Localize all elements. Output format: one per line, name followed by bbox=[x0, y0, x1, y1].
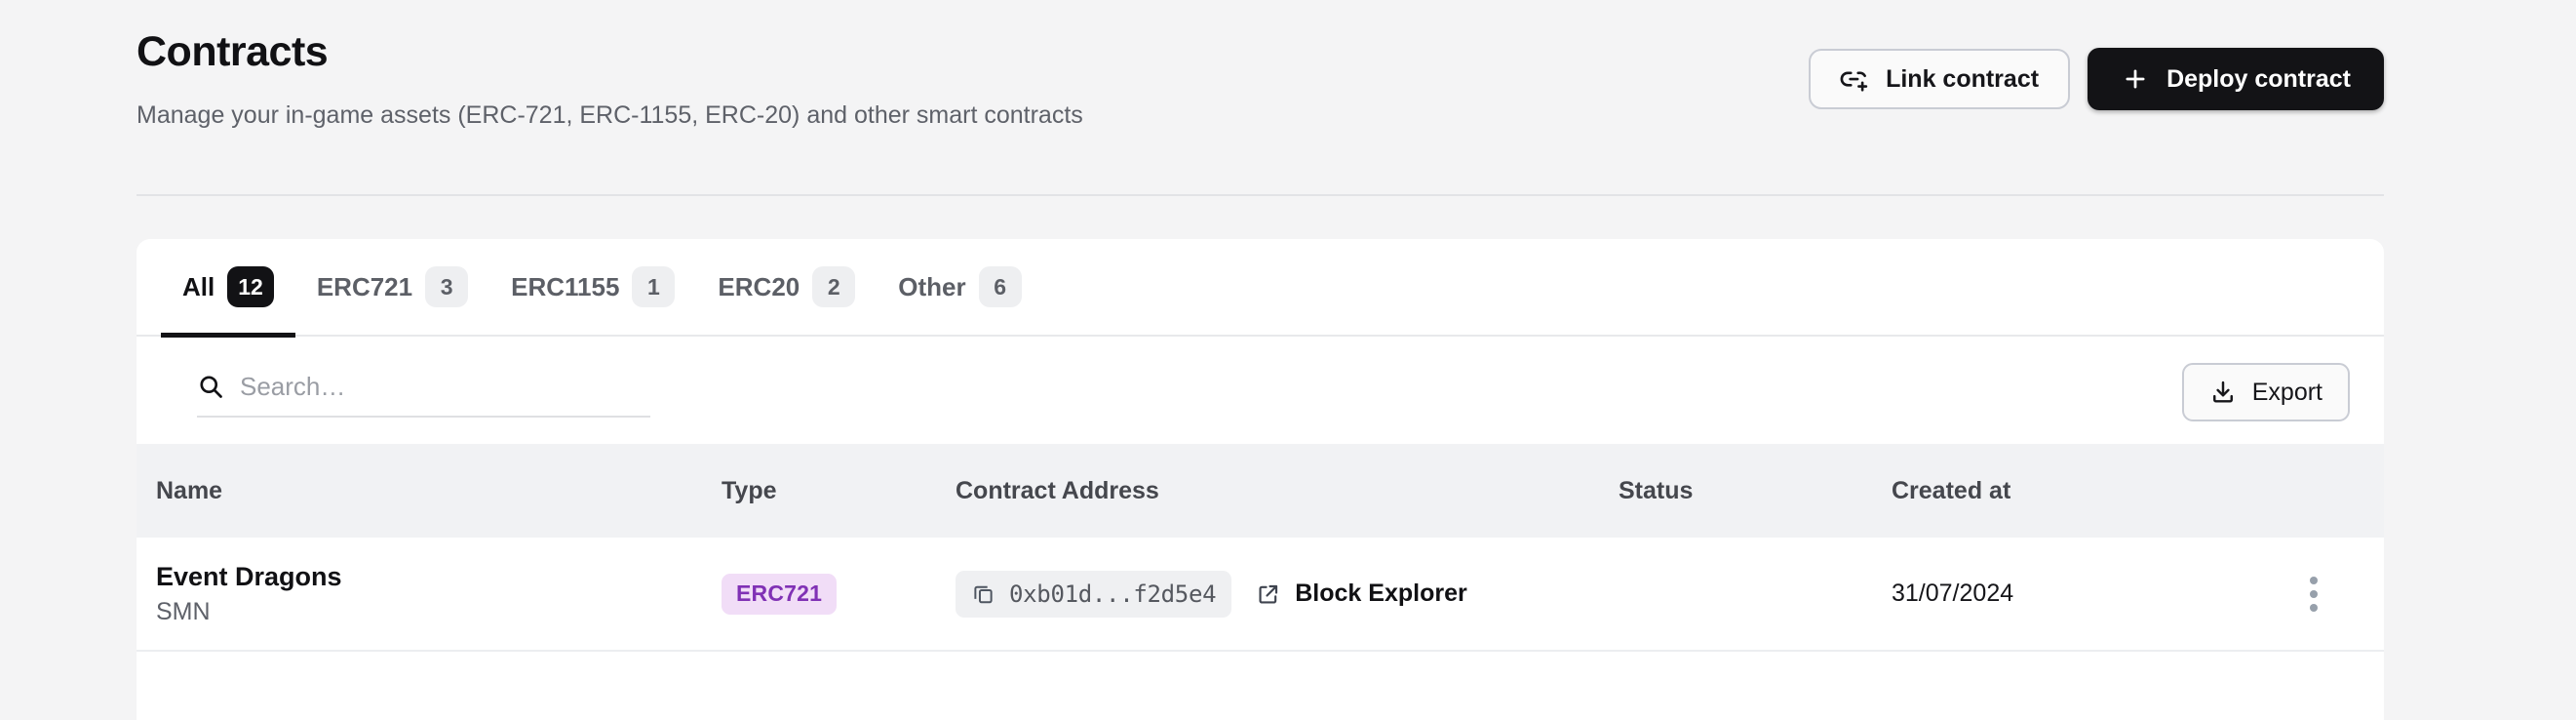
external-link-icon bbox=[1256, 581, 1281, 607]
contracts-card: All 12 ERC721 3 ERC1155 1 ERC20 2 Other … bbox=[137, 239, 2384, 720]
search-icon bbox=[197, 373, 224, 400]
cell-contract-address: 0xb01d...f2d5e4 Block Explorer bbox=[956, 570, 1619, 618]
table-toolbar: Export bbox=[137, 337, 2384, 444]
tab-all-label: All bbox=[182, 271, 215, 301]
page-header: Contracts Manage your in-game assets (ER… bbox=[137, 28, 2384, 178]
copy-address-chip[interactable]: 0xb01d...f2d5e4 bbox=[956, 570, 1232, 618]
copy-icon bbox=[971, 581, 995, 606]
table-row[interactable]: Event Dragons SMN ERC721 0xb01d...f2d5e4… bbox=[137, 538, 2384, 652]
search-input[interactable] bbox=[240, 371, 650, 402]
column-header-status: Status bbox=[1619, 476, 1694, 504]
cell-actions bbox=[2243, 569, 2384, 620]
tab-erc1155-label: ERC1155 bbox=[511, 271, 620, 301]
contract-symbol: SMN bbox=[156, 598, 211, 626]
cell-name: Event Dragons SMN bbox=[137, 561, 722, 626]
tab-erc721-label: ERC721 bbox=[316, 271, 413, 301]
plus-icon bbox=[2121, 64, 2150, 94]
created-at-text: 31/07/2024 bbox=[1892, 580, 2014, 607]
tab-other-label: Other bbox=[898, 271, 966, 301]
contract-name: Event Dragons bbox=[156, 561, 342, 591]
contracts-page: Contracts Manage your in-game assets (ER… bbox=[0, 0, 2576, 720]
contract-type-tabs: All 12 ERC721 3 ERC1155 1 ERC20 2 Other … bbox=[137, 239, 2384, 338]
contracts-table: Name Type Contract Address Status Create… bbox=[137, 444, 2384, 652]
kebab-menu-icon[interactable] bbox=[2302, 569, 2325, 620]
cell-created-at: 31/07/2024 bbox=[1892, 580, 2243, 608]
table-header-row: Name Type Contract Address Status Create… bbox=[137, 444, 2384, 538]
cell-type: ERC721 bbox=[722, 573, 956, 615]
deploy-contract-label: Deploy contract bbox=[2166, 64, 2351, 93]
column-header-type: Type bbox=[722, 476, 777, 504]
tab-other[interactable]: Other 6 bbox=[877, 239, 1042, 336]
tab-erc20-label: ERC20 bbox=[718, 271, 800, 301]
tab-other-count: 6 bbox=[978, 266, 1022, 307]
export-button[interactable]: Export bbox=[2181, 363, 2350, 421]
export-label: Export bbox=[2251, 378, 2322, 406]
tab-erc1155-count: 1 bbox=[632, 266, 676, 307]
contract-address-text: 0xb01d...f2d5e4 bbox=[1009, 580, 1217, 608]
column-header-created: Created at bbox=[1892, 476, 2011, 504]
header-divider bbox=[137, 194, 2384, 196]
column-header-name: Name bbox=[156, 476, 223, 504]
tab-erc20-count: 2 bbox=[812, 266, 856, 307]
contract-type-badge: ERC721 bbox=[722, 573, 838, 615]
link-plus-icon bbox=[1840, 64, 1869, 94]
tab-erc1155[interactable]: ERC1155 1 bbox=[489, 239, 696, 336]
deploy-contract-button[interactable]: Deploy contract bbox=[2088, 48, 2384, 110]
tab-erc721-count: 3 bbox=[425, 266, 469, 307]
link-contract-button[interactable]: Link contract bbox=[1809, 49, 2071, 109]
block-explorer-label: Block Explorer bbox=[1295, 580, 1467, 607]
link-contract-label: Link contract bbox=[1886, 64, 2040, 93]
tab-all[interactable]: All 12 bbox=[161, 239, 295, 338]
column-header-address: Contract Address bbox=[956, 476, 1159, 504]
tab-all-count: 12 bbox=[227, 266, 274, 307]
header-actions: Link contract Deploy contract bbox=[1809, 48, 2384, 110]
block-explorer-link[interactable]: Block Explorer bbox=[1256, 580, 1467, 608]
tab-erc20[interactable]: ERC20 2 bbox=[696, 239, 877, 336]
download-icon bbox=[2209, 379, 2237, 406]
tab-erc721[interactable]: ERC721 3 bbox=[295, 239, 489, 336]
search-field[interactable] bbox=[197, 371, 650, 418]
